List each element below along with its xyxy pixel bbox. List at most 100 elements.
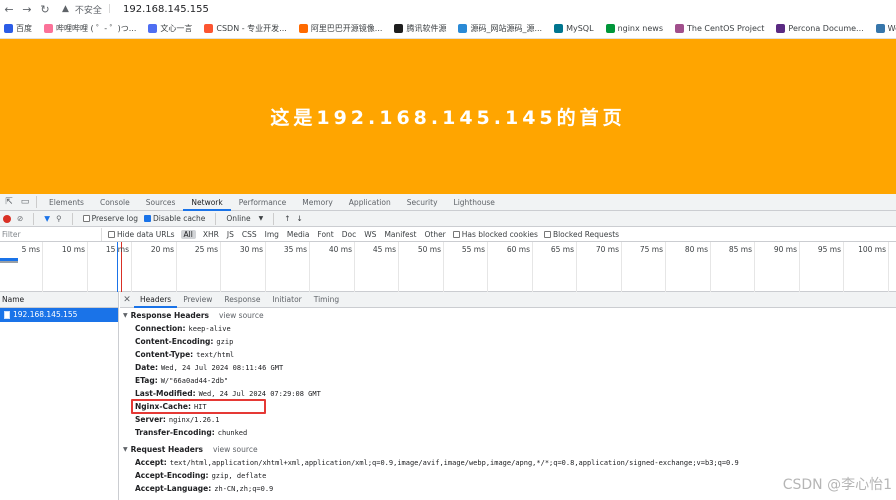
header-name: Date:: [135, 363, 158, 372]
clear-icon[interactable]: ⊘: [17, 214, 23, 223]
header-value: Wed, 24 Jul 2024 07:29:08 GMT: [198, 390, 321, 398]
filter-type-ws[interactable]: WS: [363, 230, 377, 239]
insecure-label: 不安全: [74, 5, 102, 16]
header-value: nginx/1.26.1: [168, 416, 220, 424]
tab-security[interactable]: Security: [399, 194, 446, 211]
inspect-element-icon[interactable]: ⇱: [2, 195, 16, 209]
bookmark-label: CSDN - 专业开发...: [216, 23, 287, 33]
timeline-tick-label: 55 ms: [461, 245, 485, 254]
bookmark-item[interactable]: MySQL: [554, 23, 594, 33]
tab-lighthouse[interactable]: Lighthouse: [446, 194, 503, 211]
reload-icon[interactable]: ↻: [36, 0, 54, 18]
timeline-gridline: [665, 242, 666, 292]
filter-type-img[interactable]: Img: [264, 230, 280, 239]
header-value: keep-alive: [188, 325, 231, 333]
header-name: Accept-Language:: [135, 484, 212, 493]
header-row: Content-Type: text/html: [135, 348, 896, 361]
hide-data-urls-checkbox[interactable]: Hide data URLs: [108, 230, 175, 239]
tab-elements[interactable]: Elements: [41, 194, 92, 211]
disable-cache-checkbox[interactable]: Disable cache: [143, 214, 205, 223]
bookmark-favicon-icon: [554, 23, 564, 33]
bookmark-item[interactable]: CSDN - 专业开发...: [204, 23, 287, 34]
header-value: gzip, deflate: [211, 472, 267, 480]
import-har-icon[interactable]: ↑: [284, 214, 290, 223]
timeline-gridline: [576, 242, 577, 292]
bookmark-favicon-icon: [458, 23, 468, 33]
tab-memory[interactable]: Memory: [294, 194, 341, 211]
omnibox[interactable]: ▲ 不安全 | 192.168.145.155: [62, 3, 209, 16]
bookmark-item[interactable]: 源码_网站源码_源...: [458, 23, 542, 34]
timeline-tick-label: 25 ms: [194, 245, 218, 254]
filter-type-js[interactable]: JS: [226, 230, 235, 239]
detail-tab-headers[interactable]: Headers: [134, 292, 178, 308]
bookmark-item[interactable]: 阿里巴巴开源镜像...: [298, 23, 382, 34]
header-name: Accept-Encoding:: [135, 471, 209, 480]
bookmark-label: 源码_网站源码_源...: [470, 23, 543, 33]
filter-type-manifest[interactable]: Manifest: [383, 230, 417, 239]
filter-type-doc[interactable]: Doc: [341, 230, 358, 239]
bookmarks-bar: 百度 哔哩哔哩 ( ゜- ゜)つ... 文心一言 CSDN - 专业开发... 阿里巴巴…: [0, 18, 896, 39]
divider: [71, 212, 73, 225]
request-headers-toggle[interactable]: ▼ Request Headers view source: [123, 443, 896, 456]
bookmark-item[interactable]: 百度: [4, 23, 32, 34]
timeline-tick-label: 65 ms: [550, 245, 574, 254]
timeline-tick-label: 85 ms: [728, 245, 752, 254]
record-icon[interactable]: [3, 214, 11, 223]
timeline-tick-label: 35 ms: [283, 245, 307, 254]
response-headers-toggle[interactable]: ▼ Response Headers view source: [123, 309, 896, 322]
filter-type-other[interactable]: Other: [423, 230, 446, 239]
filter-type-xhr[interactable]: XHR: [202, 230, 220, 239]
detail-tab-response[interactable]: Response: [218, 292, 266, 308]
close-icon[interactable]: ✕: [120, 295, 134, 305]
timeline-gridline: [265, 242, 266, 292]
bookmark-item[interactable]: Welcome to: [875, 23, 896, 33]
timeline-gridline: [131, 242, 132, 292]
header-name: Server:: [135, 415, 166, 424]
timeline-tick-label: 20 ms: [150, 245, 174, 254]
throttling-select[interactable]: Online ▼: [226, 214, 263, 223]
timeline-gridline: [754, 242, 755, 292]
timeline-tick-label: 30 ms: [239, 245, 263, 254]
device-toolbar-icon[interactable]: ▭: [18, 195, 32, 209]
back-icon[interactable]: ←: [0, 0, 18, 18]
export-har-icon[interactable]: ↓: [297, 214, 303, 223]
timeline-gridline: [87, 242, 88, 292]
url-text[interactable]: 192.168.145.155: [123, 4, 209, 15]
bookmark-item[interactable]: 哔哩哔哩 ( ゜- ゜)つ...: [44, 23, 136, 34]
divider: [215, 212, 217, 225]
bookmark-item[interactable]: nginx news: [605, 23, 663, 33]
timeline-gridline: [176, 242, 177, 292]
watermark: CSDN @李心怡1: [782, 477, 892, 493]
filter-type-all[interactable]: All: [180, 229, 196, 239]
name-column-header[interactable]: Name: [0, 292, 118, 308]
tab-console[interactable]: Console: [92, 194, 138, 211]
blocked-requests-checkbox[interactable]: Blocked Requests: [543, 230, 619, 239]
search-icon[interactable]: ⚲: [56, 214, 62, 223]
timeline-gridline: [843, 242, 844, 292]
view-source-link[interactable]: view source: [219, 309, 264, 322]
preserve-log-checkbox[interactable]: Preserve log: [82, 214, 138, 223]
filter-type-font[interactable]: Font: [316, 230, 334, 239]
bookmark-item[interactable]: 腾讯软件源: [394, 23, 446, 34]
filter-input[interactable]: Filter: [0, 227, 102, 241]
tab-performance[interactable]: Performance: [231, 194, 295, 211]
detail-tab-preview[interactable]: Preview: [177, 292, 218, 308]
tab-sources[interactable]: Sources: [138, 194, 184, 211]
blocked-cookies-checkbox[interactable]: Has blocked cookies: [452, 230, 538, 239]
filter-type-media[interactable]: Media: [286, 230, 311, 239]
bookmark-item[interactable]: Percona Docume...: [776, 23, 864, 33]
bookmark-item[interactable]: 文心一言: [148, 23, 192, 34]
forward-icon[interactable]: →: [18, 0, 36, 18]
filter-icon[interactable]: ▼: [44, 214, 50, 223]
tab-application[interactable]: Application: [341, 194, 399, 211]
request-row[interactable]: 192.168.145.155: [0, 308, 118, 322]
detail-tab-timing[interactable]: Timing: [308, 292, 345, 308]
timeline-gridline: [398, 242, 399, 292]
tab-network[interactable]: Network: [183, 194, 231, 211]
view-source-link[interactable]: view source: [213, 443, 258, 456]
filter-type-css[interactable]: CSS: [241, 230, 258, 239]
header-value: W/"66a0ad44-2db": [160, 377, 229, 385]
detail-tab-initiator[interactable]: Initiator: [266, 292, 307, 308]
bookmark-label: 哔哩哔哩 ( ゜- ゜)つ...: [56, 23, 137, 33]
bookmark-item[interactable]: The CentOS Project: [674, 23, 764, 33]
